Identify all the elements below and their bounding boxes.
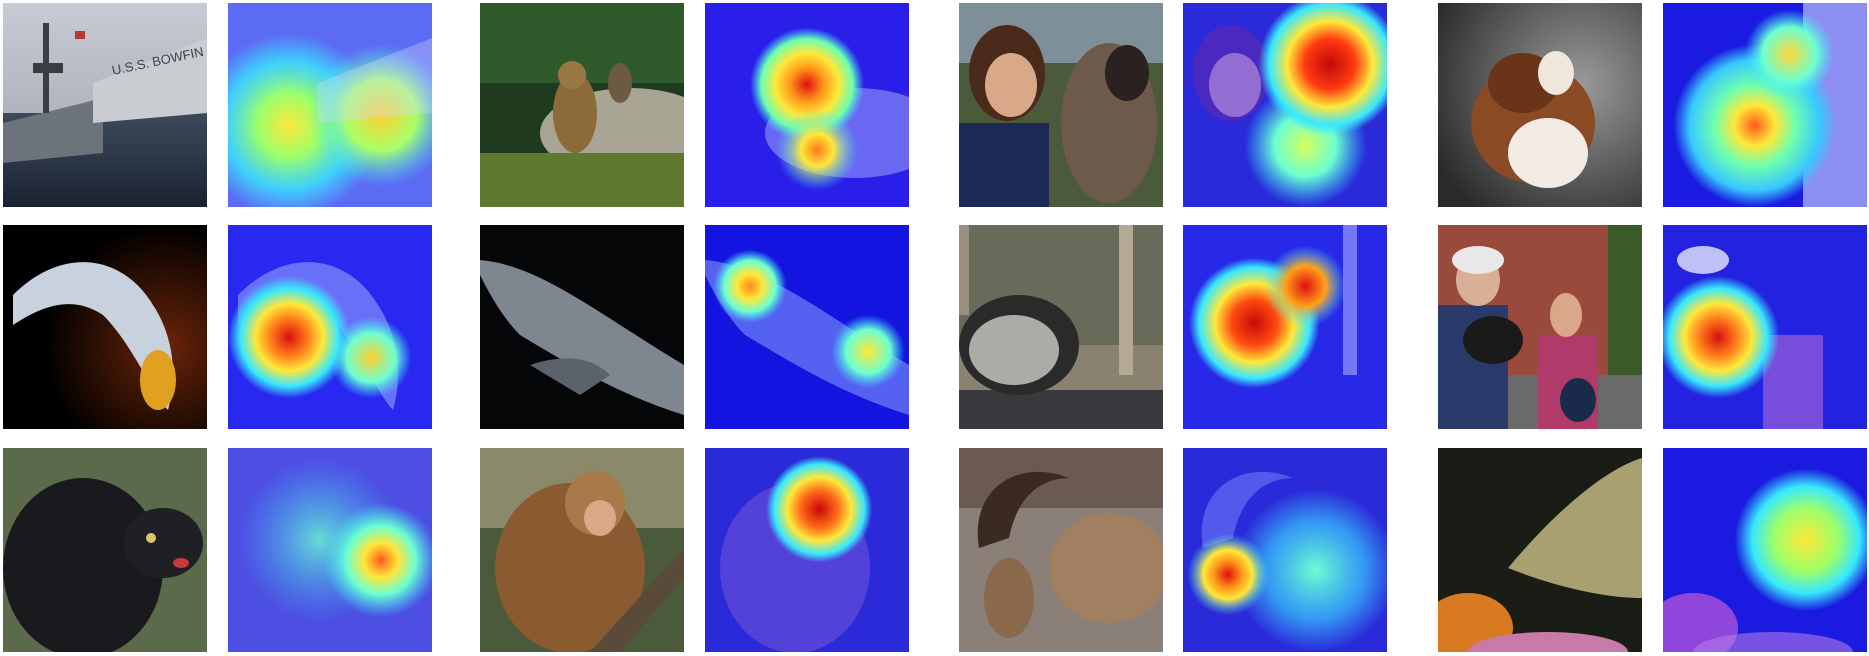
original-image-guinea-pig — [1438, 3, 1642, 207]
original-image-meerkat-birds — [480, 3, 684, 207]
original-image-girl-llama — [959, 3, 1163, 207]
heatmap-overlay-meerkat-birds — [705, 3, 909, 207]
original-image-indri — [3, 448, 207, 652]
heatmap-overlay-koi — [228, 225, 432, 429]
original-image-butterfly — [1438, 448, 1642, 652]
heatmap-overlay-ibex — [1183, 448, 1387, 652]
heatmap-overlay-indri — [228, 448, 432, 652]
original-image-koi — [3, 225, 207, 429]
original-image-ibex — [959, 448, 1163, 652]
heatmap-overlay-butterfly — [1663, 448, 1867, 652]
original-image-monkey — [480, 448, 684, 652]
heatmap-overlay-porcupine — [1183, 225, 1387, 429]
original-image-shark — [480, 225, 684, 429]
heatmap-overlay-guinea-pig — [1663, 3, 1867, 207]
heatmap-figure-grid: U.S.S. BOWFIN (SS-2 — [0, 0, 1869, 656]
original-image-skunk-people — [1438, 225, 1642, 429]
heatmap-overlay-monkey — [705, 448, 909, 652]
heatmap-overlay-shark — [705, 225, 909, 429]
heatmap-overlay-submarine — [228, 3, 432, 207]
heatmap-overlay-skunk-people — [1663, 225, 1867, 429]
original-image-submarine: U.S.S. BOWFIN (SS-2 — [3, 3, 207, 207]
heatmap-overlay-girl-llama — [1183, 3, 1387, 207]
original-image-porcupine — [959, 225, 1163, 429]
